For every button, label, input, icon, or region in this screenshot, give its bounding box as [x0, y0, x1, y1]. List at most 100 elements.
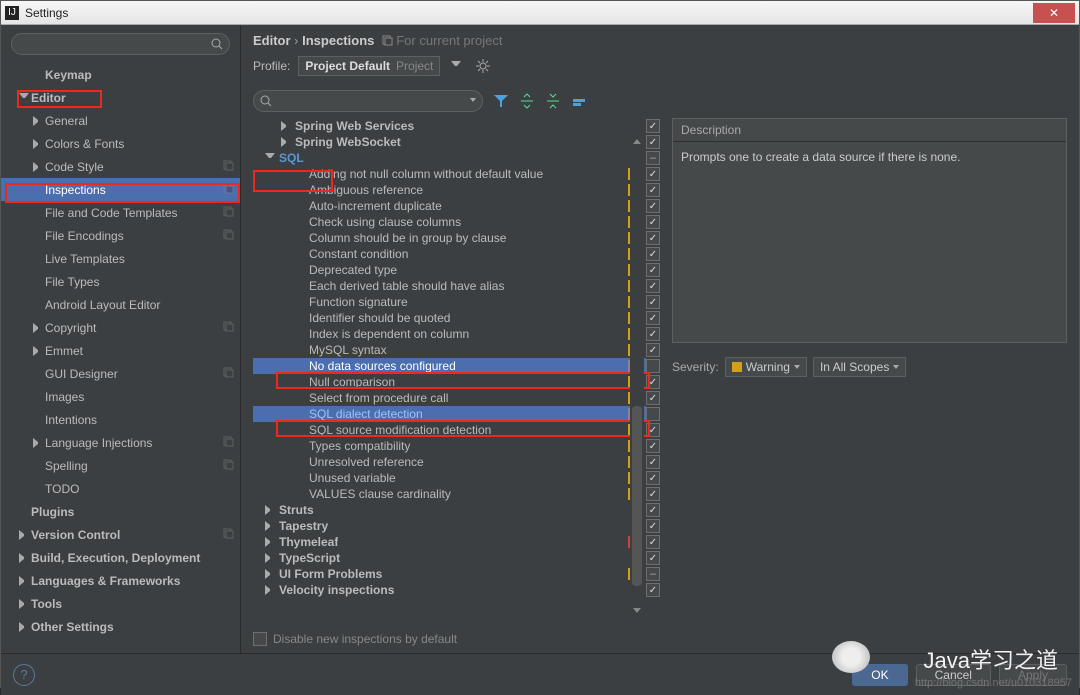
inspection-checkbox[interactable] [646, 583, 660, 597]
help-button[interactable]: ? [13, 664, 35, 686]
titlebar[interactable]: IJ Settings ✕ [1, 1, 1079, 25]
sidebar-item-intentions[interactable]: Intentions [1, 408, 240, 431]
inspection-checkbox[interactable] [646, 439, 660, 453]
inspection-item[interactable]: Unused variable [253, 470, 646, 486]
inspection-checkbox[interactable] [646, 391, 660, 405]
inspection-checkbox[interactable] [646, 119, 660, 133]
sidebar-item-android-layout-editor[interactable]: Android Layout Editor [1, 293, 240, 316]
inspection-checkbox[interactable] [646, 199, 660, 213]
inspection-item[interactable]: VALUES clause cardinality [253, 486, 646, 502]
inspection-item[interactable]: UI Form Problems [253, 566, 646, 582]
inspection-checkbox[interactable] [646, 327, 660, 341]
inspection-item[interactable]: SQL source modification detection [253, 422, 646, 438]
inspection-checkbox[interactable] [646, 455, 660, 469]
inspection-item[interactable]: Spring WebSocket [253, 134, 646, 150]
inspection-item[interactable]: Unresolved reference [253, 454, 646, 470]
inspection-item[interactable]: Function signature [253, 294, 646, 310]
gear-icon[interactable] [474, 57, 492, 75]
inspection-item[interactable]: Select from procedure call [253, 390, 646, 406]
inspection-checkbox[interactable] [646, 471, 660, 485]
sidebar-item-file-and-code-templates[interactable]: File and Code Templates [1, 201, 240, 224]
sidebar-item-build-execution-deployment[interactable]: Build, Execution, Deployment [1, 546, 240, 569]
inspection-item[interactable]: Column should be in group by clause [253, 230, 646, 246]
sidebar-search-input[interactable] [11, 33, 230, 55]
profile-dropdown-button[interactable] [448, 57, 466, 75]
sidebar-item-live-templates[interactable]: Live Templates [1, 247, 240, 270]
inspection-item[interactable]: SQL dialect detection [253, 406, 646, 422]
inspection-checkbox[interactable] [646, 263, 660, 277]
inspection-item[interactable]: Spring Web Services [253, 118, 646, 134]
inspection-item[interactable]: TypeScript [253, 550, 646, 566]
inspection-item[interactable]: Check using clause columns [253, 214, 646, 230]
expand-all-icon[interactable] [519, 93, 535, 109]
inspection-item[interactable]: SQL [253, 150, 646, 166]
inspection-checkbox[interactable] [646, 167, 660, 181]
inspection-item[interactable]: Ambiguous reference [253, 182, 646, 198]
inspection-checkbox[interactable] [646, 215, 660, 229]
sidebar-item-general[interactable]: General [1, 109, 240, 132]
inspection-checkbox[interactable] [646, 183, 660, 197]
sidebar-item-languages-frameworks[interactable]: Languages & Frameworks [1, 569, 240, 592]
inspection-item[interactable]: Types compatibility [253, 438, 646, 454]
inspection-checkbox[interactable] [646, 295, 660, 309]
inspection-item[interactable]: Constant condition [253, 246, 646, 262]
inspection-checkbox[interactable] [646, 311, 660, 325]
inspection-checkbox[interactable] [646, 343, 660, 357]
inspection-checkbox[interactable] [646, 151, 660, 165]
sidebar-item-emmet[interactable]: Emmet [1, 339, 240, 362]
inspection-item[interactable]: Auto-increment duplicate [253, 198, 646, 214]
sidebar-item-language-injections[interactable]: Language Injections [1, 431, 240, 454]
inspection-item[interactable]: Identifier should be quoted [253, 310, 646, 326]
profile-select[interactable]: Project DefaultProject [298, 56, 440, 76]
sidebar-item-colors-fonts[interactable]: Colors & Fonts [1, 132, 240, 155]
inspections-scrollbar[interactable] [630, 136, 644, 616]
inspection-checkbox[interactable] [646, 407, 660, 421]
disable-new-inspections-checkbox[interactable] [253, 632, 267, 646]
inspection-checkbox[interactable] [646, 487, 660, 501]
inspection-checkbox[interactable] [646, 279, 660, 293]
inspection-checkbox[interactable] [646, 535, 660, 549]
inspection-item[interactable]: Velocity inspections [253, 582, 646, 598]
sidebar-item-file-types[interactable]: File Types [1, 270, 240, 293]
inspection-checkbox[interactable] [646, 519, 660, 533]
inspection-item[interactable]: Thymeleaf [253, 534, 646, 550]
inspection-item[interactable]: No data sources configured [253, 358, 646, 374]
sidebar-item-inspections[interactable]: Inspections [1, 178, 240, 201]
reset-icon[interactable] [571, 93, 587, 109]
sidebar-item-editor[interactable]: Editor [1, 86, 240, 109]
inspection-item[interactable]: Deprecated type [253, 262, 646, 278]
inspection-checkbox[interactable] [646, 231, 660, 245]
inspection-checkbox[interactable] [646, 135, 660, 149]
inspection-item[interactable]: Index is dependent on column [253, 326, 646, 342]
sidebar-item-gui-designer[interactable]: GUI Designer [1, 362, 240, 385]
collapse-all-icon[interactable] [545, 93, 561, 109]
close-button[interactable]: ✕ [1033, 3, 1075, 23]
inspection-item[interactable]: Each derived table should have alias [253, 278, 646, 294]
sidebar-item-plugins[interactable]: Plugins [1, 500, 240, 523]
inspection-checkbox[interactable] [646, 247, 660, 261]
scope-select[interactable]: In All Scopes [813, 357, 906, 377]
filter-icon[interactable] [493, 93, 509, 109]
inspection-checkbox[interactable] [646, 375, 660, 389]
inspection-checkbox[interactable] [646, 551, 660, 565]
severity-select[interactable]: Warning [725, 357, 807, 377]
sidebar-item-other-settings[interactable]: Other Settings [1, 615, 240, 638]
inspection-checkbox[interactable] [646, 567, 660, 581]
inspection-checkbox[interactable] [646, 503, 660, 517]
inspection-item[interactable]: MySQL syntax [253, 342, 646, 358]
sidebar-item-spelling[interactable]: Spelling [1, 454, 240, 477]
sidebar-item-file-encodings[interactable]: File Encodings [1, 224, 240, 247]
sidebar-item-version-control[interactable]: Version Control [1, 523, 240, 546]
sidebar-item-code-style[interactable]: Code Style [1, 155, 240, 178]
inspection-item[interactable]: Adding not null column without default v… [253, 166, 646, 182]
sidebar-item-keymap[interactable]: Keymap [1, 63, 240, 86]
sidebar-item-todo[interactable]: TODO [1, 477, 240, 500]
sidebar-item-images[interactable]: Images [1, 385, 240, 408]
inspection-item[interactable]: Null comparison [253, 374, 646, 390]
sidebar-item-tools[interactable]: Tools [1, 592, 240, 615]
sidebar-item-copyright[interactable]: Copyright [1, 316, 240, 339]
inspection-checkbox[interactable] [646, 359, 660, 373]
inspection-item[interactable]: Tapestry [253, 518, 646, 534]
inspection-checkbox[interactable] [646, 423, 660, 437]
inspections-search-input[interactable] [253, 90, 483, 112]
